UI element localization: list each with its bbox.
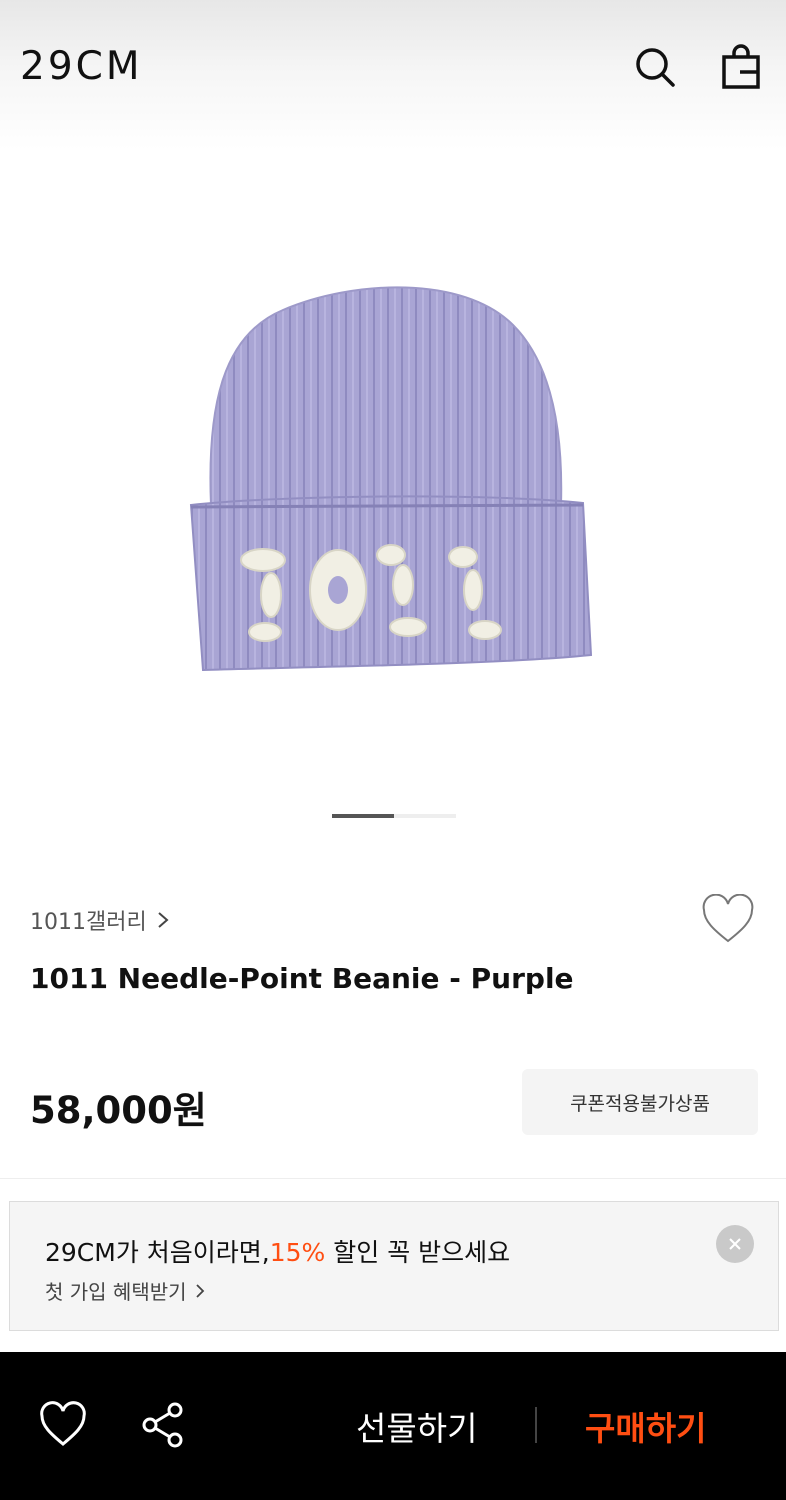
logo[interactable]: 29CM bbox=[20, 44, 143, 89]
close-icon bbox=[729, 1238, 741, 1250]
product-image-carousel[interactable] bbox=[0, 150, 786, 790]
carousel-pager bbox=[332, 814, 456, 818]
share-icon bbox=[142, 1402, 183, 1448]
shopping-bag-icon bbox=[722, 44, 760, 89]
heart-outline-icon bbox=[702, 893, 754, 943]
signup-promo-banner[interactable]: 29CM가 처음이라면,15% 할인 꼭 받으세요 첫 가입 혜택받기 bbox=[9, 1201, 779, 1331]
chevron-right-icon bbox=[158, 912, 169, 928]
product-image bbox=[189, 286, 593, 672]
cart-button[interactable] bbox=[716, 42, 766, 92]
bottom-action-bar: 선물하기 구매하기 bbox=[0, 1352, 786, 1500]
brand-name: 1011갤러리 bbox=[30, 910, 147, 935]
coupon-status-badge: 쿠폰적용불가상품 bbox=[522, 1069, 758, 1135]
promo-discount: 15% bbox=[269, 1238, 326, 1267]
promo-close-button[interactable] bbox=[716, 1225, 754, 1263]
search-icon bbox=[636, 48, 675, 87]
top-header: 29CM bbox=[0, 0, 786, 150]
product-price: 58,000원 bbox=[30, 1089, 207, 1132]
pager-indicator-1[interactable] bbox=[332, 814, 394, 818]
share-button[interactable] bbox=[138, 1400, 188, 1450]
buy-button[interactable]: 구매하기 bbox=[585, 1402, 706, 1450]
brand-link[interactable]: 1011갤러리 bbox=[30, 904, 169, 936]
promo-link-label: 첫 가입 혜택받기 bbox=[45, 1280, 187, 1304]
chevron-right-icon bbox=[195, 1283, 204, 1298]
signup-benefit-link[interactable]: 첫 가입 혜택받기 bbox=[45, 1276, 205, 1305]
product-title: 1011 Needle-Point Beanie - Purple bbox=[30, 962, 574, 995]
heart-outline-icon bbox=[40, 1401, 86, 1446]
bottom-wishlist-button[interactable] bbox=[38, 1400, 88, 1450]
wishlist-button[interactable] bbox=[700, 893, 756, 946]
divider bbox=[535, 1407, 537, 1443]
search-button[interactable] bbox=[630, 42, 680, 92]
pager-indicator-2[interactable] bbox=[394, 814, 456, 818]
gift-button[interactable]: 선물하기 bbox=[356, 1402, 477, 1450]
promo-title: 29CM가 처음이라면,15% 할인 꼭 받으세요 bbox=[45, 1238, 511, 1267]
divider bbox=[0, 1178, 786, 1179]
